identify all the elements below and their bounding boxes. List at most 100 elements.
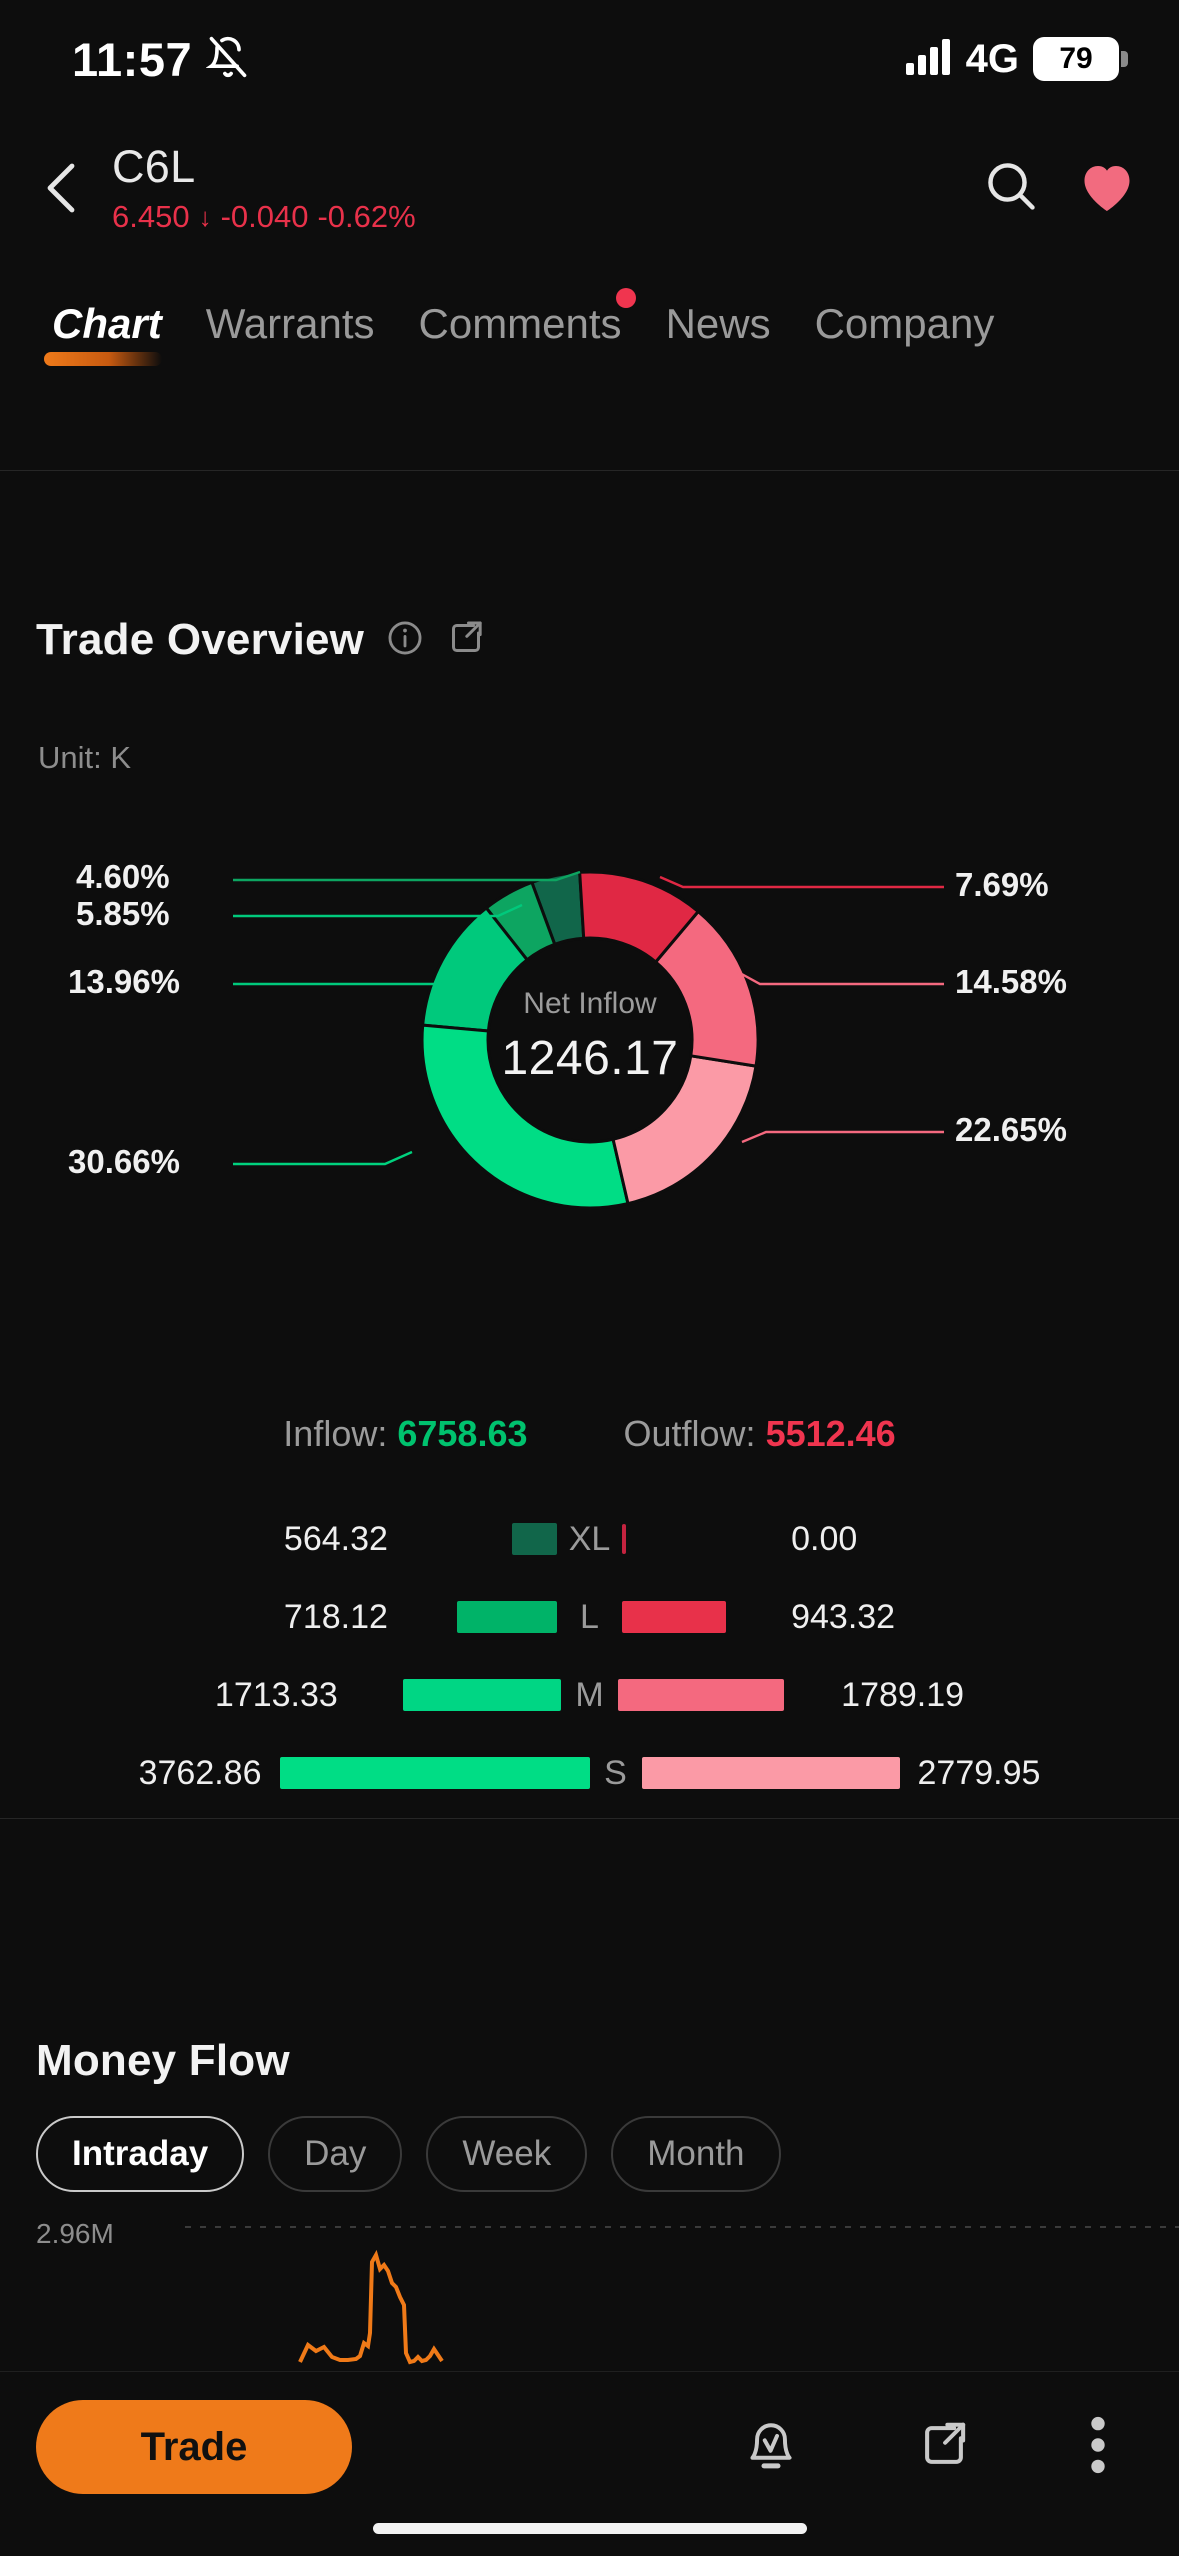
money-flow-chart[interactable] xyxy=(0,2205,1179,2370)
row-in-value: 3762.86 xyxy=(138,1753,262,1792)
leader-3066 xyxy=(233,1150,413,1166)
table-row: 718.12 L 943.32 xyxy=(0,1578,1179,1656)
tab-chart-label: Chart xyxy=(52,300,162,347)
stock-header: C6L 6.450 ↓ -0.040 -0.62% xyxy=(0,118,1179,258)
row-in-bar xyxy=(279,1757,590,1789)
row-out-value: 2779.95 xyxy=(917,1753,1041,1792)
period-pill-month-label: Month xyxy=(647,2134,745,2173)
battery-level: 79 xyxy=(1059,42,1093,75)
bottom-bar-icons xyxy=(743,2416,1129,2479)
status-bar-right: 4G 79 xyxy=(905,36,1128,82)
trade-overview-title: Trade Overview xyxy=(36,615,365,664)
home-indicator xyxy=(372,2523,807,2534)
pct-label-585: 5.85% xyxy=(76,895,170,932)
period-pill-day-label: Day xyxy=(304,2134,367,2173)
tab-chart[interactable]: Chart xyxy=(30,300,184,366)
outflow-label: Outflow: xyxy=(623,1413,756,1454)
bell-check-icon[interactable] xyxy=(743,2416,799,2479)
divider-money-flow xyxy=(0,1818,1179,1819)
down-arrow-icon: ↓ xyxy=(198,202,212,232)
tab-company[interactable]: Company xyxy=(793,300,1017,348)
chevron-left-icon xyxy=(47,163,75,213)
search-icon[interactable] xyxy=(983,158,1039,219)
money-flow-period-filters: Intraday Day Week Month xyxy=(36,2116,781,2192)
last-price: 6.450 xyxy=(112,199,190,234)
price-row: 6.450 ↓ -0.040 -0.62% xyxy=(112,199,416,235)
leader-769 xyxy=(659,875,944,889)
more-vertical-icon[interactable] xyxy=(1089,2416,1107,2479)
donut-svg xyxy=(233,870,944,1210)
inflow-summary: Inflow: 6758.63 xyxy=(283,1413,527,1455)
period-pill-week-label: Week xyxy=(462,2134,552,2173)
period-pill-month[interactable]: Month xyxy=(611,2116,781,2192)
outflow-value: 5512.46 xyxy=(765,1413,896,1454)
share-export-icon[interactable] xyxy=(446,618,486,663)
tab-news-label: News xyxy=(665,300,771,347)
signal-bars-icon xyxy=(905,38,952,80)
leader-2265 xyxy=(741,1130,944,1144)
row-in-bar xyxy=(456,1601,557,1633)
row-in-value: 718.12 xyxy=(283,1597,388,1636)
tab-warrants-label: Warrants xyxy=(205,300,375,347)
tab-comments-label: Comments xyxy=(418,300,622,347)
ticker-block[interactable]: C6L 6.450 ↓ -0.040 -0.62% xyxy=(112,141,416,235)
tab-comments[interactable]: Comments xyxy=(397,288,644,348)
info-circle-icon[interactable] xyxy=(386,619,424,662)
bell-slash-icon xyxy=(205,35,250,84)
row-out-bar xyxy=(622,1601,727,1633)
period-pill-day[interactable]: Day xyxy=(268,2116,403,2192)
pct-label-2265: 22.65% xyxy=(955,1111,1067,1148)
ticker-symbol: C6L xyxy=(112,141,196,192)
row-in-bar xyxy=(511,1523,557,1555)
row-out-bar xyxy=(641,1757,900,1789)
period-pill-intraday-label: Intraday xyxy=(72,2134,209,2173)
network-type: 4G xyxy=(965,36,1019,81)
tab-active-underline xyxy=(44,352,162,366)
row-in-value: 1713.33 xyxy=(214,1675,338,1714)
table-row: 564.32 XL 0.00 xyxy=(0,1500,1179,1578)
table-row: 3762.86 S 2779.95 xyxy=(0,1734,1179,1812)
pct-label-460: 4.60% xyxy=(76,858,170,895)
pct-label-769: 7.69% xyxy=(955,866,1049,903)
trade-button-label: Trade xyxy=(140,2424,248,2469)
pct-label-1396: 13.96% xyxy=(68,963,180,1000)
pct-label-3066: 30.66% xyxy=(68,1143,180,1180)
flow-summary: Inflow: 6758.63 Outflow: 5512.46 xyxy=(0,1413,1179,1455)
tab-warrants[interactable]: Warrants xyxy=(184,300,397,348)
row-out-value: 0.00 xyxy=(791,1519,858,1558)
status-bar-left: 11:57 xyxy=(72,32,250,87)
leader-1396 xyxy=(233,968,463,986)
price-change-abs: -0.040 xyxy=(220,199,309,234)
row-in-bar xyxy=(402,1679,561,1711)
row-out-value: 943.32 xyxy=(791,1597,896,1636)
row-out-bar xyxy=(618,1679,785,1711)
money-flow-title: Money Flow xyxy=(36,2036,290,2085)
back-button[interactable] xyxy=(30,156,94,220)
heart-icon[interactable] xyxy=(1077,158,1137,219)
row-out-bar xyxy=(622,1524,627,1554)
divider-top xyxy=(0,470,1179,471)
money-flow-axis-max: 2.96M xyxy=(36,2218,114,2249)
trade-button[interactable]: Trade xyxy=(36,2400,352,2494)
price-change-pct: -0.62% xyxy=(317,199,416,234)
trade-overview-header: Trade Overview xyxy=(36,615,486,665)
section-tabs: Chart Warrants Comments News Company xyxy=(0,288,1179,410)
status-bar: 11:57 4G 79 xyxy=(0,0,1179,118)
period-pill-intraday[interactable]: Intraday xyxy=(36,2116,245,2192)
battery-indicator: 79 xyxy=(1033,37,1128,81)
share-export-icon[interactable] xyxy=(917,2418,971,2477)
trade-overview-donut[interactable]: 4.60% 5.85% 13.96% 30.66% 7.69% 14.58% 2… xyxy=(0,760,1179,1320)
row-size-label: L xyxy=(580,1597,599,1636)
row-out-value: 1789.19 xyxy=(841,1675,965,1714)
pct-label-1458: 14.58% xyxy=(955,963,1067,1000)
tab-news[interactable]: News xyxy=(644,300,793,348)
table-row: 1713.33 M 1789.19 xyxy=(0,1656,1179,1734)
row-size-label: M xyxy=(575,1675,604,1714)
inflow-label: Inflow: xyxy=(283,1413,388,1454)
period-pill-week[interactable]: Week xyxy=(426,2116,588,2192)
inflow-value: 6758.63 xyxy=(397,1413,528,1454)
row-size-label: S xyxy=(604,1753,627,1792)
comments-badge-dot xyxy=(615,288,636,308)
leader-1458 xyxy=(737,970,944,986)
leader-460 xyxy=(233,870,581,882)
